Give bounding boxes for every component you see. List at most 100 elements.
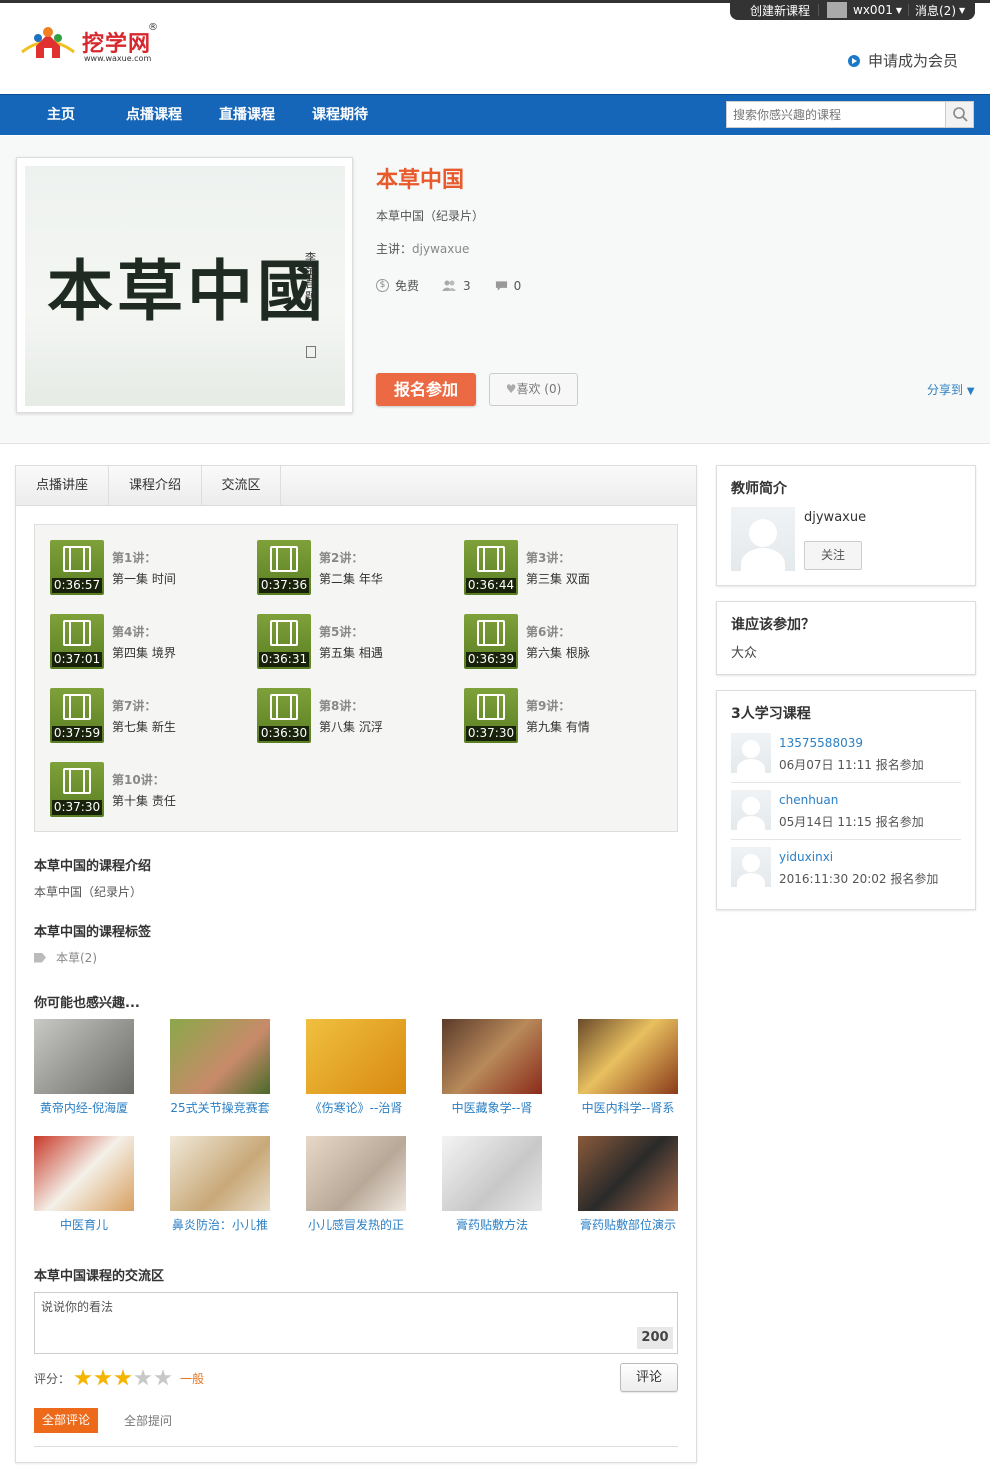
- course-cover: 本草中國 李金吾题: [16, 157, 353, 413]
- cover-seal: [306, 346, 316, 358]
- lecture-duration: 0:37:36: [259, 578, 309, 593]
- video-thumbnail: 0:37:59: [50, 688, 104, 743]
- create-course-link[interactable]: 创建新课程: [750, 2, 810, 19]
- learner-name[interactable]: yiduxinxi: [779, 850, 833, 864]
- tab-all-questions[interactable]: 全部提问: [124, 1412, 172, 1429]
- learner-name[interactable]: chenhuan: [779, 793, 838, 807]
- lecture-item[interactable]: 0:36:31 第5讲： 第五集 相遇: [257, 614, 457, 670]
- nav-item-vod[interactable]: 点播课程: [126, 95, 182, 136]
- lecture-item[interactable]: 0:37:59 第7讲： 第七集 新生: [50, 688, 250, 744]
- lecturer-label: 主讲：: [376, 242, 413, 256]
- course-tag[interactable]: 本草(2): [34, 949, 97, 966]
- username-menu[interactable]: wx001: [853, 3, 893, 17]
- teacher-name[interactable]: djywaxue: [804, 510, 866, 525]
- lecture-duration: 0:37:30: [52, 800, 102, 815]
- film-icon: [270, 694, 298, 720]
- like-button[interactable]: ♥喜欢 (0): [489, 373, 578, 406]
- messages-menu[interactable]: 消息(2): [915, 2, 956, 19]
- tab-intro[interactable]: 课程介绍: [109, 466, 202, 506]
- learner-avatar[interactable]: [731, 790, 771, 830]
- learner-avatar[interactable]: [731, 733, 771, 773]
- rating-row: 评分： 一般: [34, 1369, 204, 1387]
- learner-item: yiduxinxi 2016:11:30 20:02 报名参加: [731, 847, 961, 897]
- course-thumbnail: [306, 1019, 406, 1094]
- teacher-avatar[interactable]: [731, 507, 795, 571]
- recommend-item[interactable]: 小儿感冒发热的正: [306, 1136, 406, 1232]
- recommend-item[interactable]: 中医育儿: [34, 1136, 134, 1232]
- course-lecturer: 主讲：djywaxue: [376, 240, 469, 257]
- students-icon: [442, 280, 457, 291]
- learner-avatar[interactable]: [731, 847, 771, 887]
- search-input[interactable]: [727, 102, 945, 127]
- follow-button[interactable]: 关注: [804, 541, 862, 570]
- apply-member-link[interactable]: 申请成为会员: [848, 50, 958, 71]
- site-logo[interactable]: 挖学网 ® www.waxue.com: [18, 22, 168, 72]
- tab-forum[interactable]: 交流区: [202, 466, 281, 506]
- lecture-item[interactable]: 0:37:30 第9讲： 第九集 有情: [464, 688, 664, 744]
- recommend-item[interactable]: 膏药贴敷方法: [442, 1136, 542, 1232]
- recommend-item[interactable]: 中医内科学--肾系: [578, 1019, 678, 1115]
- video-thumbnail: 0:36:39: [464, 614, 518, 669]
- play-circle-icon: [848, 54, 860, 67]
- recommend-item[interactable]: 25式关节操竞赛套: [170, 1019, 270, 1115]
- lecture-number: 第10讲：: [112, 773, 165, 787]
- char-counter: 200: [637, 1327, 673, 1349]
- comment-textarea[interactable]: 说说你的看法 200: [34, 1292, 678, 1354]
- course-thumbnail: [306, 1136, 406, 1211]
- course-thumbnail: [578, 1136, 678, 1211]
- audience-card: 谁应该参加？ 大众: [716, 601, 976, 675]
- nav-item-live[interactable]: 直播课程: [219, 95, 275, 136]
- lecture-item[interactable]: 0:37:36 第2讲： 第二集 年华: [257, 540, 457, 596]
- divider: [908, 4, 909, 16]
- lecture-item[interactable]: 0:37:01 第4讲： 第四集 境界: [50, 614, 250, 670]
- lecture-name: 第九集 有情: [526, 720, 590, 734]
- film-icon: [477, 620, 505, 646]
- nav-item-home[interactable]: 主页: [47, 95, 75, 136]
- tab-all-comments[interactable]: 全部评论: [34, 1408, 98, 1433]
- recommend-item[interactable]: 膏药贴敷部位演示: [578, 1136, 678, 1232]
- recommend-item[interactable]: 《伤寒论》--治肾: [306, 1019, 406, 1115]
- recommend-item[interactable]: 鼻炎防治：小儿推: [170, 1136, 270, 1232]
- lecturer-name[interactable]: djywaxue: [412, 242, 469, 256]
- star-filled-icon[interactable]: [94, 1369, 112, 1386]
- star-filled-icon[interactable]: [74, 1369, 92, 1386]
- lecture-number: 第6讲：: [526, 625, 571, 639]
- course-price: 免费: [395, 279, 420, 293]
- search-button[interactable]: [945, 102, 973, 127]
- video-thumbnail: 0:37:30: [464, 688, 518, 743]
- recommend-caption: 鼻炎防治：小儿推: [171, 1218, 268, 1232]
- lecture-item[interactable]: 0:36:30 第8讲： 第八集 沉浮: [257, 688, 457, 744]
- recommend-caption: 中医内科学--肾系: [581, 1101, 675, 1115]
- search-box: [726, 101, 974, 128]
- tag-label: 本草(2): [56, 951, 97, 965]
- star-empty-icon[interactable]: [134, 1369, 152, 1386]
- lecture-item[interactable]: 0:36:44 第3讲： 第三集 双面: [464, 540, 664, 596]
- star-filled-icon[interactable]: [114, 1369, 132, 1386]
- star-empty-icon[interactable]: [154, 1369, 172, 1386]
- course-thumbnail: [170, 1019, 270, 1094]
- lecture-item[interactable]: 0:37:30 第10讲： 第十集 责任: [50, 762, 250, 818]
- lecture-item[interactable]: 0:36:39 第6讲： 第六集 根脉: [464, 614, 664, 670]
- teacher-card: 教师简介 djywaxue 关注: [716, 465, 976, 586]
- lecture-name: 第十集 责任: [112, 794, 176, 808]
- lecture-duration: 0:37:59: [52, 726, 102, 741]
- submit-comment-button[interactable]: 评论: [620, 1363, 678, 1392]
- tab-lectures[interactable]: 点播讲座: [16, 466, 109, 506]
- course-thumbnail: [442, 1136, 542, 1211]
- lecture-number: 第2讲：: [319, 551, 364, 565]
- user-avatar[interactable]: [827, 2, 848, 18]
- teacher-heading: 教师简介: [731, 481, 787, 497]
- recommend-item[interactable]: 黄帝内经-倪海厦: [34, 1019, 134, 1115]
- lecture-number: 第9讲：: [526, 699, 571, 713]
- recommend-item[interactable]: 中医藏象学--肾: [442, 1019, 542, 1115]
- share-button[interactable]: 分享到 ▼: [927, 381, 975, 398]
- learner-name[interactable]: 13575588039: [779, 736, 863, 750]
- course-subtitle: 本草中国（纪录片）: [376, 209, 485, 223]
- lecture-item[interactable]: 0:36:57 第1讲： 第一集 时间: [50, 540, 250, 596]
- lecture-name: 第一集 时间: [112, 572, 176, 586]
- join-button[interactable]: 报名参加: [376, 373, 476, 406]
- nav-item-expect[interactable]: 课程期待: [312, 95, 368, 136]
- lecture-name: 第五集 相遇: [319, 646, 383, 660]
- lecture-duration: 0:37:30: [466, 726, 516, 741]
- recommend-caption: 中医藏象学--肾: [451, 1101, 533, 1115]
